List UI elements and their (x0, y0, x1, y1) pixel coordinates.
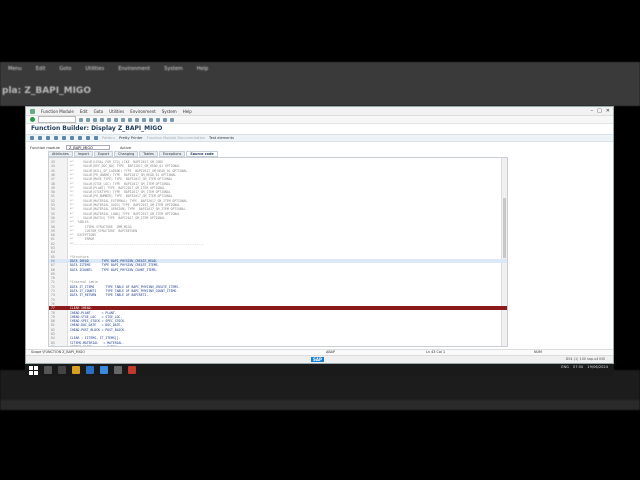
background-menu-item: System (164, 66, 183, 72)
print-icon[interactable] (107, 117, 111, 122)
where-used-icon[interactable] (78, 136, 82, 140)
last-page-icon[interactable] (149, 117, 153, 122)
status-scope: Scope \FUNCTION Z_BAPI_MIGO (31, 350, 85, 354)
tray-time[interactable]: 07:50 (573, 365, 583, 370)
system-tray: ENG 07:50 19/06/2024 (561, 365, 608, 370)
function-module-label: Function module (30, 145, 60, 150)
sap-footer: SAP DS4 (1) 100 sap-s4 INS (26, 355, 613, 363)
activate-icon[interactable] (62, 136, 66, 140)
find-icon[interactable] (114, 117, 118, 122)
sap-window: Function Module Edit Goto Utilities Envi… (25, 106, 614, 364)
menu-edit[interactable]: Edit (80, 109, 88, 114)
navigation-window-icon[interactable] (94, 136, 98, 140)
forward-arrow-icon[interactable] (38, 136, 42, 140)
application-toolbar: Pattern Pretty Printer Function Module D… (26, 134, 613, 142)
windows-taskbar: ENG 07:50 19/06/2024 (25, 364, 614, 376)
screen-title-bar: Function Builder: Display Z_BAPI_MIGO (26, 124, 613, 134)
line-number: 86 (51, 344, 55, 347)
status-cursor: Ln 43 Col 1 (426, 350, 446, 354)
menu-environment[interactable]: Environment (130, 109, 156, 114)
search-icon[interactable] (44, 366, 52, 374)
minimize-icon[interactable]: – (591, 108, 594, 114)
sap-menu-icon[interactable] (30, 108, 35, 114)
edge-icon[interactable] (100, 366, 108, 374)
prev-page-icon[interactable] (135, 117, 139, 122)
first-page-icon[interactable] (128, 117, 132, 122)
sap-gui-icon[interactable] (114, 366, 122, 374)
code-line[interactable]: 86 IITEMS-BATCH = BATCH. (49, 344, 507, 347)
page-title: Function Builder: Display Z_BAPI_MIGO (31, 125, 163, 132)
standard-toolbar (26, 116, 613, 124)
back-icon[interactable] (86, 117, 90, 122)
close-icon[interactable]: ✕ (606, 108, 610, 114)
sap-logon-icon[interactable] (86, 366, 94, 374)
menu-help[interactable]: Help (183, 109, 192, 114)
background-menu-item: Environment (118, 66, 151, 72)
save-icon[interactable] (79, 117, 83, 122)
display-change-icon[interactable] (46, 136, 50, 140)
enter-icon[interactable] (30, 117, 35, 122)
hierarchy-icon[interactable] (86, 136, 90, 140)
pattern-button[interactable]: Pattern (102, 136, 115, 140)
test-icon[interactable] (70, 136, 74, 140)
shortcut-icon[interactable] (163, 117, 167, 122)
cancel-icon[interactable] (100, 117, 104, 122)
background-menu-item: Edit (35, 66, 46, 72)
background-title: pla: Z_BAPI_MIGO (2, 86, 91, 96)
back-arrow-icon[interactable] (30, 136, 34, 140)
abap-editor[interactable]: 43 *" VALUE(LEGAL_FOR_STO) LIKE BAPI2017_… (48, 157, 508, 347)
check-icon[interactable] (54, 136, 58, 140)
help-icon[interactable] (170, 117, 174, 122)
new-session-icon[interactable] (156, 117, 160, 122)
menu-utilities[interactable]: Utilities (109, 109, 124, 114)
fm-documentation-button[interactable]: Function Module Documentation (147, 136, 205, 140)
menu-system[interactable]: System (162, 109, 177, 114)
test-elements-button[interactable]: Test elements (209, 136, 234, 140)
function-module-row: Function module Z_BAPI_MIGO Active (30, 144, 131, 151)
windows-start-icon[interactable] (28, 365, 38, 375)
tray-language[interactable]: ENG (561, 365, 569, 370)
app-icon[interactable] (128, 366, 136, 374)
code-text: IITEMS-BATCH = BATCH. (70, 344, 119, 347)
pretty-printer-button[interactable]: Pretty Printer (119, 136, 143, 140)
menu-function-module[interactable]: Function Module (41, 109, 74, 114)
background-menu-item: Help (196, 66, 209, 72)
background-menu: Menu Edit Goto Utilities Environment System He… (8, 66, 208, 72)
menu-bar: Function Module Edit Goto Utilities Envi… (26, 107, 613, 116)
task-view-icon[interactable] (58, 366, 66, 374)
status-label: Active (120, 145, 132, 150)
maximize-icon[interactable]: □ (597, 108, 602, 114)
next-page-icon[interactable] (142, 117, 146, 122)
background-taskbar-area (0, 370, 640, 410)
background-menu-item: Menu (8, 66, 22, 72)
background-menu-item: Utilities (85, 66, 105, 72)
command-field[interactable] (38, 116, 76, 123)
menu-goto[interactable]: Goto (94, 109, 104, 114)
background-menu-item: Goto (59, 66, 72, 72)
system-info: DS4 (1) 100 sap-s4 INS (565, 357, 605, 361)
file-explorer-icon[interactable] (72, 366, 80, 374)
status-mode: NUM (534, 350, 542, 354)
find-next-icon[interactable] (121, 117, 125, 122)
sap-logo: SAP (311, 357, 324, 362)
tray-date[interactable]: 19/06/2024 (587, 365, 608, 370)
status-language: ABAP (326, 350, 336, 354)
background-window: Menu Edit Goto Utilities Environment System He… (0, 62, 640, 106)
exit-icon[interactable] (93, 117, 97, 122)
function-module-field[interactable]: Z_BAPI_MIGO (66, 145, 110, 150)
